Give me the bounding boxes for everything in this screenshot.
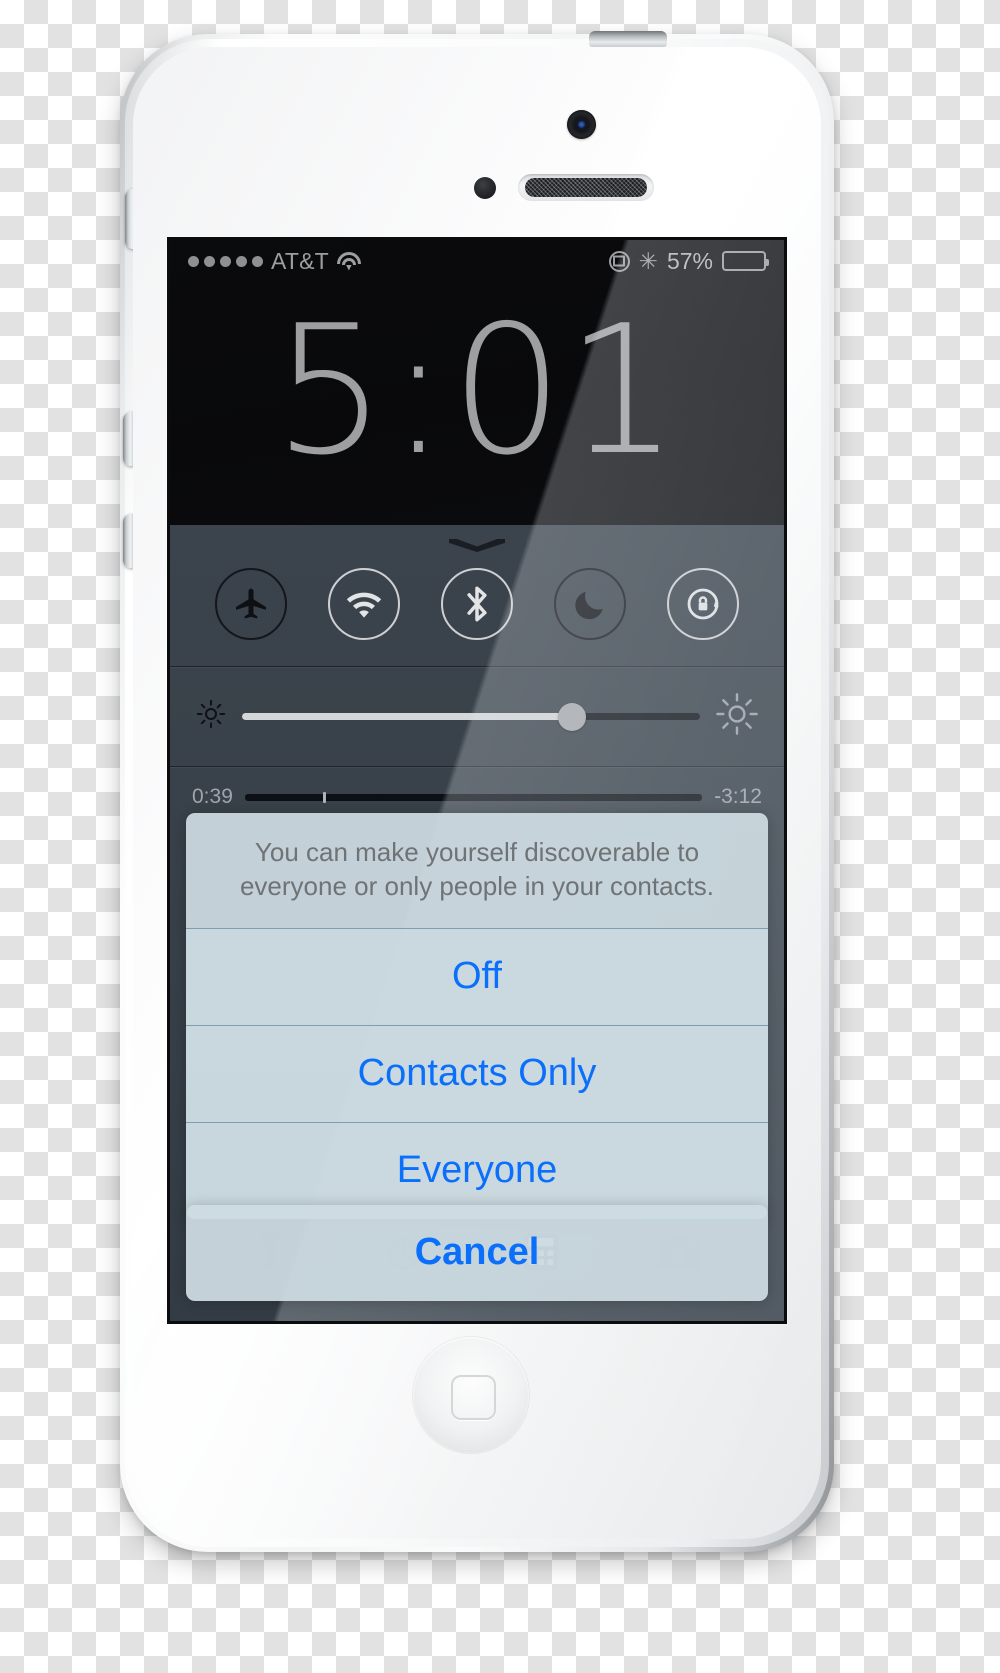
bluetooth-toggle[interactable]	[440, 568, 513, 640]
proximity-sensor	[474, 177, 496, 199]
do-not-disturb-toggle[interactable]	[554, 568, 627, 640]
remaining-time-label: -3:12	[714, 785, 762, 808]
brightness-low-icon	[196, 699, 226, 734]
earpiece-speaker	[518, 174, 654, 201]
wifi-icon	[346, 592, 381, 618]
carrier-label: AT&T	[271, 247, 329, 274]
speaker-mesh	[525, 178, 647, 197]
media-player-row: 0:39 -3:12	[170, 767, 784, 809]
track-scrubber-head[interactable]	[322, 791, 326, 803]
cancel-button[interactable]: Cancel	[186, 1205, 768, 1301]
rotation-lock-icon	[687, 588, 720, 620]
front-camera	[567, 110, 596, 139]
bluetooth-icon: ✳	[638, 247, 658, 274]
control-center-grabber[interactable]	[449, 539, 505, 552]
elapsed-time-label: 0:39	[192, 785, 233, 808]
brightness-slider[interactable]	[242, 702, 700, 731]
home-button[interactable]	[413, 1337, 529, 1453]
status-bar: AT&T ✳ 57%	[170, 240, 784, 282]
bluetooth-icon	[467, 586, 487, 622]
airdrop-action-sheet: You can make yourself discoverable to ev…	[186, 812, 768, 1219]
brightness-row	[170, 667, 784, 766]
wifi-icon	[336, 251, 361, 271]
brightness-high-icon	[716, 693, 758, 740]
phone-screen: AT&T ✳ 57% 5:01 0:39 -3:12 You can make …	[170, 240, 784, 1321]
brightness-slider-knob[interactable]	[557, 702, 586, 731]
action-sheet-message: You can make yourself discoverable to ev…	[239, 836, 715, 902]
airplane-mode-toggle[interactable]	[214, 568, 287, 640]
signal-strength-icon	[188, 255, 263, 267]
airdrop-option-contacts-only[interactable]: Contacts Only	[186, 1025, 768, 1122]
lock-screen: AT&T ✳ 57% 5:01	[170, 240, 784, 525]
battery-percent-label: 57%	[666, 247, 713, 274]
wifi-toggle[interactable]	[327, 568, 400, 640]
moon-icon	[575, 591, 603, 620]
lock-screen-clock: 5:01	[273, 287, 681, 494]
iphone-device: AT&T ✳ 57% 5:01 0:39 -3:12 You can make …	[112, 22, 842, 1562]
rotation-lock-icon	[608, 250, 630, 272]
power-button[interactable]	[589, 31, 667, 47]
rotation-lock-toggle[interactable]	[667, 568, 740, 640]
airdrop-option-off[interactable]: Off	[186, 928, 768, 1025]
track-scrubber[interactable]	[244, 791, 703, 803]
battery-icon	[722, 251, 769, 271]
airplane-icon	[235, 588, 266, 619]
control-center-toggle-row	[170, 552, 784, 666]
